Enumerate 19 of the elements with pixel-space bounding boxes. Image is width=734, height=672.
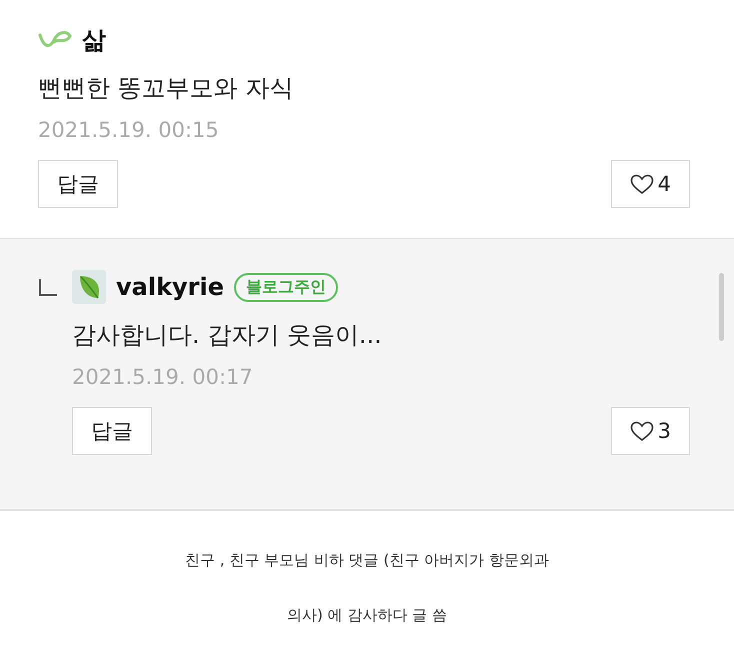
reply-button[interactable]: 답글 <box>38 160 118 208</box>
like-button[interactable]: 4 <box>610 160 690 208</box>
heart-icon <box>630 174 654 194</box>
caption-text: 친구 , 친구 부모님 비하 댓글 (친구 아버지가 항문외과 <box>185 551 549 570</box>
comment-date: 2021.5.19. 00:17 <box>72 365 254 389</box>
comment-text: 뻔뻔한 똥꼬부모와 자식 <box>38 73 294 104</box>
comment-author[interactable]: valkyrie <box>116 273 224 301</box>
reply-button[interactable]: 답글 <box>72 407 152 455</box>
owner-badge: 블로그주인 <box>234 272 338 302</box>
caption-text: 의사) 에 감사하다 글 씀 <box>287 606 447 625</box>
scrollbar[interactable] <box>719 273 724 341</box>
comment-author[interactable]: 삶 <box>82 24 106 56</box>
squiggle-icon <box>38 30 72 50</box>
like-button[interactable]: 3 <box>610 407 690 455</box>
comment-text: 감사합니다. 갑자기 웃음이... <box>72 320 383 351</box>
heart-icon <box>630 420 654 442</box>
comment-date: 2021.5.19. 00:15 <box>38 118 220 142</box>
reply-corner-icon <box>38 279 58 297</box>
leaf-avatar-icon <box>72 270 106 304</box>
